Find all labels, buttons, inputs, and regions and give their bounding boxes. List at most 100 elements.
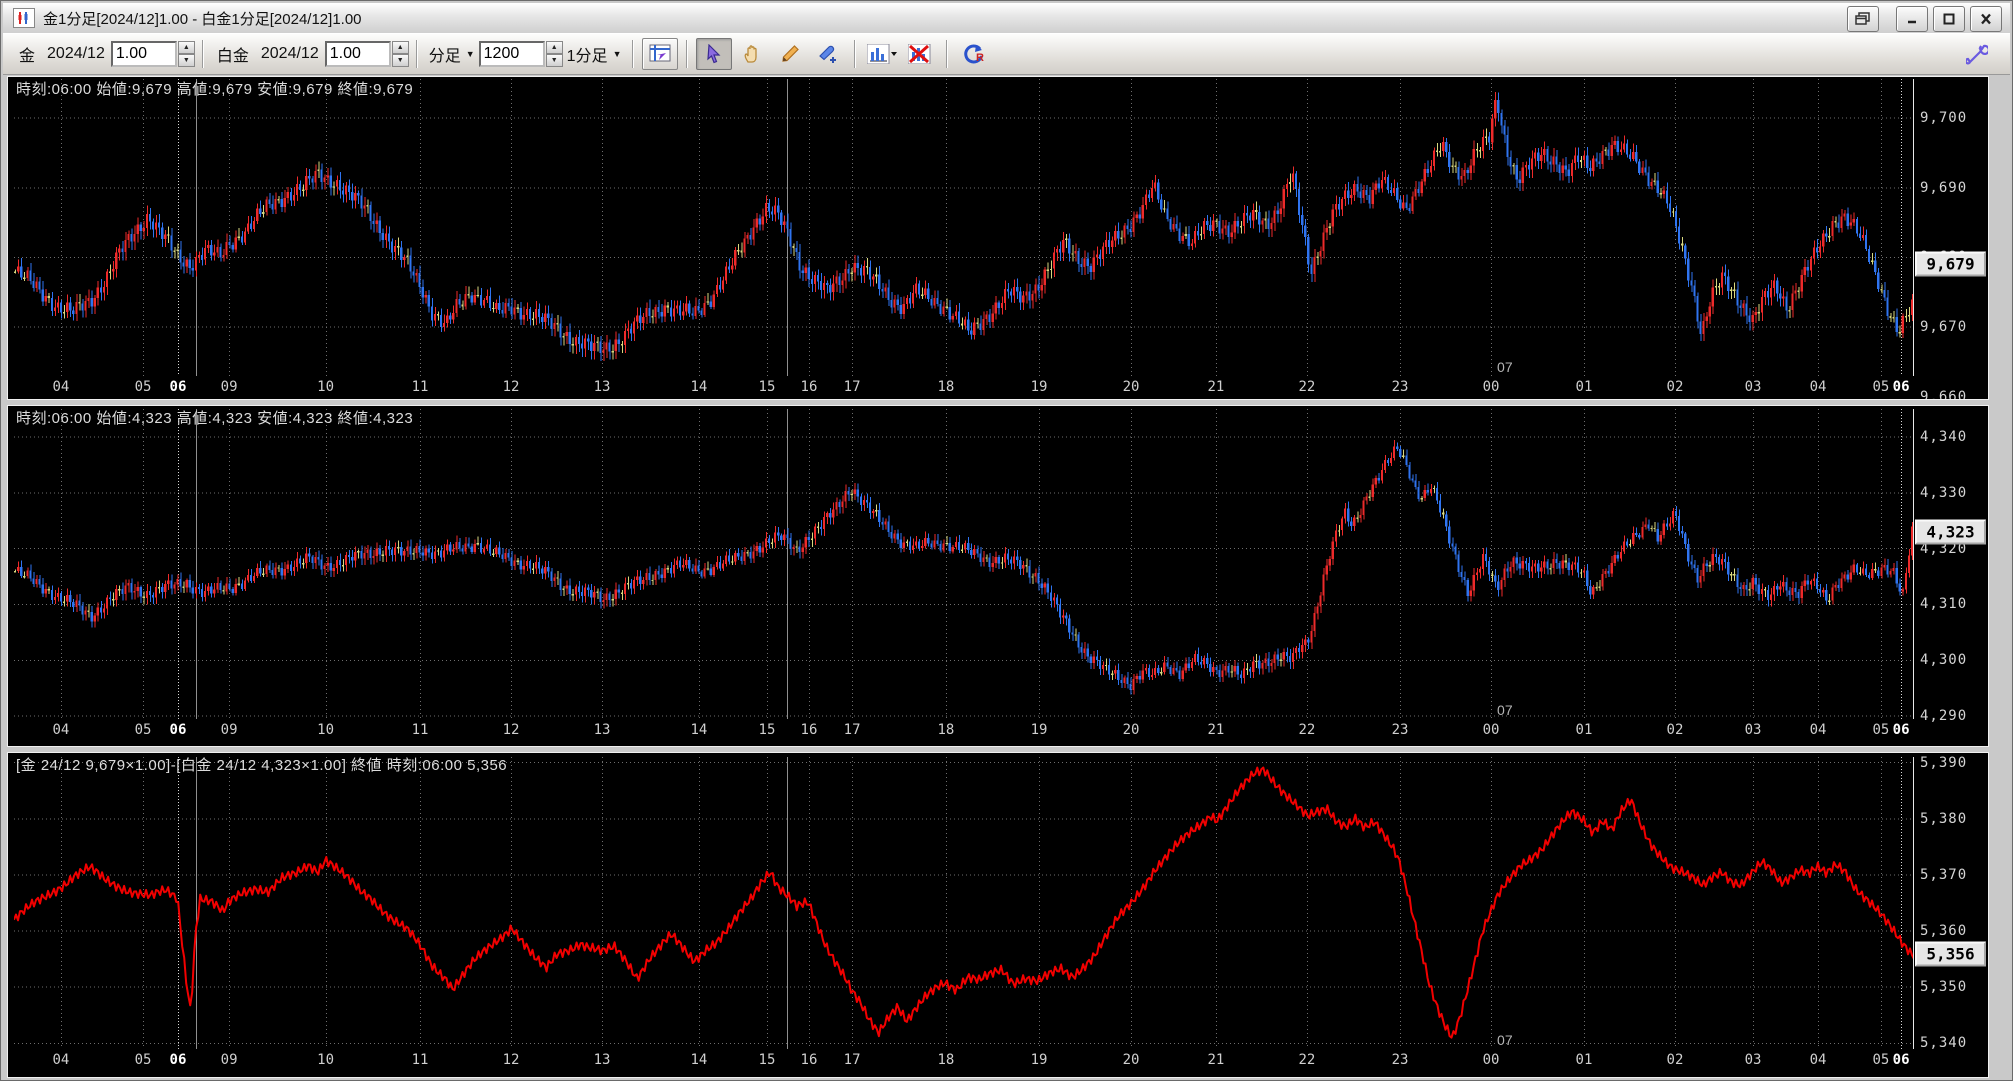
x-axis-label: 14 <box>690 722 708 738</box>
y-axis-label: 4,340 <box>1920 428 1968 445</box>
chart-window: 金1分足[2024/12]1.00 - 白金1分足[2024/12]1.00 金… <box>0 0 2013 1081</box>
x-axis-label: 11 <box>411 379 429 395</box>
toolbar-separator <box>946 40 949 68</box>
platinum-chart-plot[interactable]: 07 <box>14 409 1914 719</box>
x-axis-label: 05 <box>134 722 152 738</box>
x-axis-label: 09 <box>220 1052 238 1068</box>
spread-last-price-badge: 5,356 <box>1915 941 1986 967</box>
x-axis-label: 09 <box>220 722 238 738</box>
spread-price-axis: 5,356 5,390 5,380 5,370 5,360 5,350 5,340 <box>1914 753 1988 1077</box>
x-axis-label: 20 <box>1122 1052 1140 1068</box>
x-axis-label: 05 <box>1872 379 1890 395</box>
maximize-icon[interactable] <box>1933 6 1965 32</box>
spread-line-series <box>14 766 1914 1039</box>
x-axis-label: 11 <box>411 722 429 738</box>
cursor-icon <box>707 44 721 64</box>
eraser-button[interactable] <box>810 38 846 70</box>
x-axis-label: 11 <box>411 1052 429 1068</box>
x-axis-label: 04 <box>1809 379 1827 395</box>
y-axis-label: 9,670 <box>1920 319 1968 336</box>
x-axis-label: 05 <box>1872 1052 1890 1068</box>
pan-hand-button[interactable] <box>734 38 770 70</box>
spread-chart-panel: 07 [金 24/12 9,679×1.00]-[白金 24/12 4,323×… <box>7 752 1989 1078</box>
settings-wrench-button[interactable] <box>1959 39 1995 71</box>
toolbar-separator <box>632 40 635 68</box>
x-axis-label: 00 <box>1482 379 1500 395</box>
platinum-price-axis: 4,323 4,340 4,330 4,320 4,310 4,300 4,290 <box>1914 406 1988 746</box>
bar-chart-delete-icon <box>908 44 931 64</box>
platinum-multiplier-input[interactable] <box>324 41 391 67</box>
title-bar[interactable]: 金1分足[2024/12]1.00 - 白金1分足[2024/12]1.00 <box>3 3 2010 34</box>
x-axis-label: 19 <box>1030 379 1048 395</box>
gold-chart-plot[interactable]: 07 <box>14 79 1914 376</box>
minimize-icon[interactable] <box>1896 6 1928 32</box>
select-cursor-button[interactable] <box>696 38 733 70</box>
y-axis-label: 5,370 <box>1920 866 1968 883</box>
x-axis-label: 17 <box>843 379 861 395</box>
x-axis-label: 18 <box>937 722 955 738</box>
draw-pencil-button[interactable] <box>772 38 808 70</box>
gold-chart-panel: 07 時刻:06:00 始値:9,679 高値:9,679 安値:9,679 終… <box>7 76 1989 400</box>
x-axis-label: 02 <box>1666 722 1684 738</box>
y-axis-label: 5,340 <box>1920 1035 1968 1052</box>
x-axis-label: 13 <box>593 1052 611 1068</box>
x-axis-label: 16 <box>800 379 818 395</box>
refresh-button[interactable]: R <box>956 38 992 70</box>
x-axis-label: 13 <box>593 379 611 395</box>
gold-multiplier-spinner[interactable]: ▲▼ <box>110 41 195 67</box>
platinum-multiplier-spinner[interactable]: ▲▼ <box>324 41 409 67</box>
x-axis-label: 22 <box>1298 1052 1316 1068</box>
gold-symbol-label: 金 <box>19 48 36 65</box>
wrench-icon <box>1966 44 1988 65</box>
x-axis-label: 22 <box>1298 379 1316 395</box>
candle-series <box>14 440 1914 695</box>
platinum-ohlc-info: 時刻:06:00 始値:4,323 高値:4,323 安値:4,323 終値:4… <box>16 410 414 427</box>
window-title: 金1分足[2024/12]1.00 - 白金1分足[2024/12]1.00 <box>43 10 362 28</box>
x-axis-label: 18 <box>937 379 955 395</box>
cascade-windows-icon[interactable] <box>1847 6 1879 32</box>
x-axis-label: 06 <box>1892 379 1910 395</box>
timeframe-dropdown[interactable]: 1分足 ▼ <box>567 42 622 66</box>
y-axis-label: 5,390 <box>1920 754 1968 771</box>
chart-settings-button[interactable] <box>642 38 679 70</box>
x-axis-label: 10 <box>317 379 335 395</box>
spread-chart-plot[interactable]: 07 <box>14 757 1914 1049</box>
candle-series <box>14 92 1914 362</box>
spinner-arrows-icon[interactable]: ▲ ▼ <box>391 41 409 67</box>
bar-count-spinner[interactable]: ▲▼ <box>478 41 563 67</box>
x-axis-label: 16 <box>800 722 818 738</box>
bar-count-input[interactable] <box>478 41 545 67</box>
eraser-icon <box>819 45 837 63</box>
y-axis-label: 5,380 <box>1920 810 1968 827</box>
x-axis-label: 18 <box>937 1052 955 1068</box>
x-axis-label: 20 <box>1122 379 1140 395</box>
x-axis-label: 21 <box>1207 722 1225 738</box>
platinum-last-price-badge: 4,323 <box>1915 519 1986 545</box>
x-axis-label: 09 <box>220 379 238 395</box>
x-axis-label: 21 <box>1207 379 1225 395</box>
x-axis-label: 17 <box>843 722 861 738</box>
x-axis-label: 01 <box>1575 379 1593 395</box>
x-axis-label: 04 <box>52 379 70 395</box>
candlestick-app-icon <box>13 8 35 28</box>
platinum-chart-panel: 07 時刻:06:00 始値:4,323 高値:4,323 安値:4,323 終… <box>7 405 1989 747</box>
x-axis-label: 19 <box>1030 722 1048 738</box>
toolbar-separator <box>854 40 857 68</box>
refresh-icon: R <box>964 44 984 64</box>
indicator-chart-button[interactable] <box>864 38 900 70</box>
x-axis-label: 06 <box>1892 722 1910 738</box>
spinner-arrows-icon[interactable]: ▲ ▼ <box>545 41 563 67</box>
gold-contract-month[interactable]: 2024/12 <box>47 45 105 63</box>
remove-indicator-button[interactable] <box>902 38 938 70</box>
x-axis-label: 23 <box>1391 379 1409 395</box>
spinner-arrows-icon[interactable]: ▲ ▼ <box>177 41 195 67</box>
platinum-contract-month[interactable]: 2024/12 <box>261 45 319 63</box>
close-icon[interactable] <box>1970 6 2002 32</box>
gold-multiplier-input[interactable] <box>110 41 177 67</box>
bar-type-dropdown[interactable]: 分足 ▼ <box>429 42 475 66</box>
gold-ohlc-info: 時刻:06:00 始値:9,679 高値:9,679 安値:9,679 終値:9… <box>16 81 414 98</box>
bar-chart-icon <box>867 44 898 64</box>
x-axis-label: 05 <box>1872 722 1890 738</box>
y-axis-label: 5,360 <box>1920 923 1968 940</box>
x-axis-label: 06 <box>169 379 187 395</box>
